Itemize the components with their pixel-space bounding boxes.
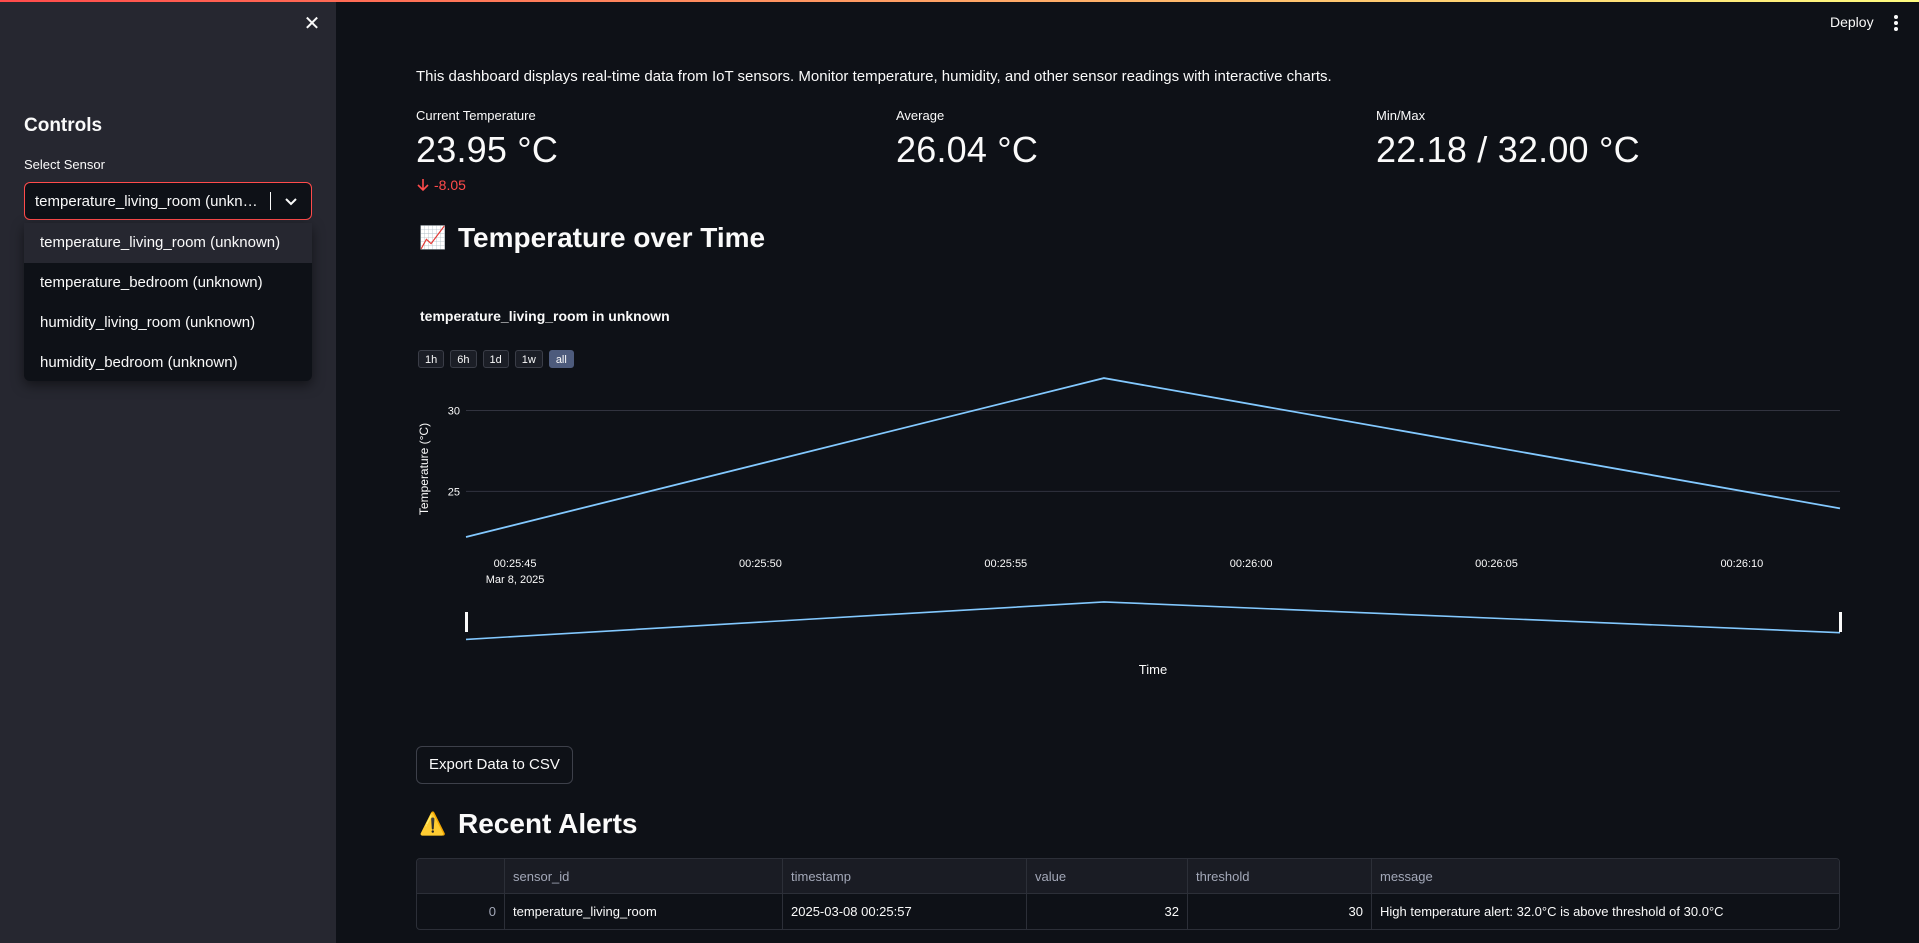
sensor-select[interactable]: temperature_living_room (unkn… bbox=[24, 182, 312, 220]
alerts-table[interactable]: sensor_id timestamp value threshold mess… bbox=[416, 858, 1840, 930]
row-index: 0 bbox=[417, 894, 505, 929]
range-button-1w[interactable]: 1w bbox=[514, 350, 543, 368]
cell-timestamp: 2025-03-08 00:25:57 bbox=[783, 894, 1027, 929]
chart-title: temperature_living_room in unknown bbox=[420, 308, 670, 324]
range-slider-line bbox=[465, 601, 1841, 641]
cell-threshold: 30 bbox=[1188, 894, 1372, 929]
metric-label: Min/Max bbox=[1376, 108, 1426, 123]
range-slider-handle-left bbox=[465, 612, 468, 632]
select-sensor-label: Select Sensor bbox=[24, 157, 105, 172]
chart-section-title: Temperature over Time bbox=[458, 222, 766, 253]
column-header-sensor-id[interactable]: sensor_id bbox=[505, 859, 783, 893]
metric-delta: -8.05 bbox=[416, 177, 558, 193]
cell-value: 32 bbox=[1027, 894, 1188, 929]
y-tick-label: 25 bbox=[448, 486, 460, 498]
column-header-threshold[interactable]: threshold bbox=[1188, 859, 1372, 893]
option-temperature-living-room[interactable]: temperature_living_room (unknown) bbox=[24, 223, 312, 263]
range-button-1d[interactable]: 1d bbox=[482, 350, 509, 368]
x-tick-label: 00:26:10 bbox=[1720, 558, 1763, 570]
sensor-dropdown: temperature_living_room (unknown) temper… bbox=[24, 223, 312, 381]
temperature-line-chart[interactable]: 25 30 Temperature (°C) 00:25:45 Mar 8, 2025 0… bbox=[416, 370, 1846, 680]
table-header-row: sensor_id timestamp value threshold mess… bbox=[417, 859, 1839, 894]
x-tick-label: 00:26:00 bbox=[1230, 558, 1273, 570]
chart-increasing-icon: 📈 bbox=[419, 225, 447, 250]
y-tick-label: 30 bbox=[448, 405, 460, 417]
column-header-message[interactable]: message bbox=[1372, 859, 1839, 893]
range-button-6h[interactable]: 6h bbox=[450, 350, 477, 368]
range-button-1h[interactable]: 1h bbox=[418, 350, 445, 368]
metric-value: 22.18 / 32.00 °C bbox=[1376, 129, 1640, 170]
option-temperature-bedroom[interactable]: temperature_bedroom (unknown) bbox=[24, 263, 312, 303]
range-button-all[interactable]: all bbox=[548, 350, 574, 368]
x-axis-label: Time bbox=[1139, 662, 1167, 677]
range-selector: 1h 6h 1d 1w all bbox=[418, 350, 574, 368]
table-row[interactable]: 0 temperature_living_room 2025-03-08 00:… bbox=[417, 894, 1839, 929]
range-slider-handle-right bbox=[1839, 612, 1842, 632]
x-tick-label: 00:25:50 bbox=[739, 558, 782, 570]
metric-average: Average 26.04 °C bbox=[896, 108, 1038, 171]
export-csv-button[interactable]: Export Data to CSV bbox=[416, 746, 573, 784]
chart-section-heading: 📈 Temperature over Time bbox=[418, 222, 765, 254]
chevron-down-icon[interactable] bbox=[281, 191, 301, 211]
cell-message: High temperature alert: 32.0°C is above … bbox=[1380, 904, 1724, 919]
option-humidity-bedroom[interactable]: humidity_bedroom (unknown) bbox=[24, 343, 312, 383]
metric-current-temperature: Current Temperature 23.95 °C -8.05 bbox=[416, 108, 558, 193]
temperature-series-line bbox=[465, 377, 1841, 538]
alerts-section-heading: ⚠️ Recent Alerts bbox=[418, 808, 637, 840]
metric-value: 23.95 °C bbox=[416, 129, 559, 170]
main-content: This dashboard displays real-time data f… bbox=[336, 0, 1919, 943]
column-header-timestamp[interactable]: timestamp bbox=[783, 859, 1027, 893]
top-accent-bar bbox=[0, 0, 1919, 2]
sidebar-title: Controls bbox=[24, 115, 103, 136]
option-humidity-living-room[interactable]: humidity_living_room (unknown) bbox=[24, 303, 312, 343]
sidebar: ✕ Controls Select Sensor temperature_liv… bbox=[0, 0, 336, 943]
text-caret bbox=[270, 192, 271, 210]
sensor-select-value[interactable]: temperature_living_room (unkn… bbox=[35, 193, 265, 210]
x-tick-label: 00:26:05 bbox=[1475, 558, 1518, 570]
metric-min-max: Min/Max 22.18 / 32.00 °C bbox=[1376, 108, 1640, 171]
y-axis-label: Temperature (°C) bbox=[417, 423, 431, 515]
arrow-down-icon bbox=[417, 179, 429, 192]
cell-sensor-id: temperature_living_room bbox=[505, 894, 783, 929]
metric-label: Current Temperature bbox=[416, 108, 536, 123]
alerts-section-title: Recent Alerts bbox=[458, 808, 638, 839]
metric-label: Average bbox=[896, 108, 945, 123]
warning-icon: ⚠️ bbox=[419, 811, 447, 836]
x-tick-label: 00:25:45 bbox=[494, 558, 537, 570]
metric-value: 26.04 °C bbox=[896, 129, 1039, 170]
column-header-index[interactable] bbox=[417, 859, 505, 893]
x-tick-label: 00:25:55 bbox=[984, 558, 1027, 570]
close-sidebar-icon[interactable]: ✕ bbox=[300, 12, 324, 36]
dashboard-description: This dashboard displays real-time data f… bbox=[416, 68, 1332, 85]
column-header-value[interactable]: value bbox=[1027, 859, 1188, 893]
metric-delta-value: -8.05 bbox=[434, 177, 466, 193]
x-tick-sublabel: Mar 8, 2025 bbox=[486, 574, 545, 586]
